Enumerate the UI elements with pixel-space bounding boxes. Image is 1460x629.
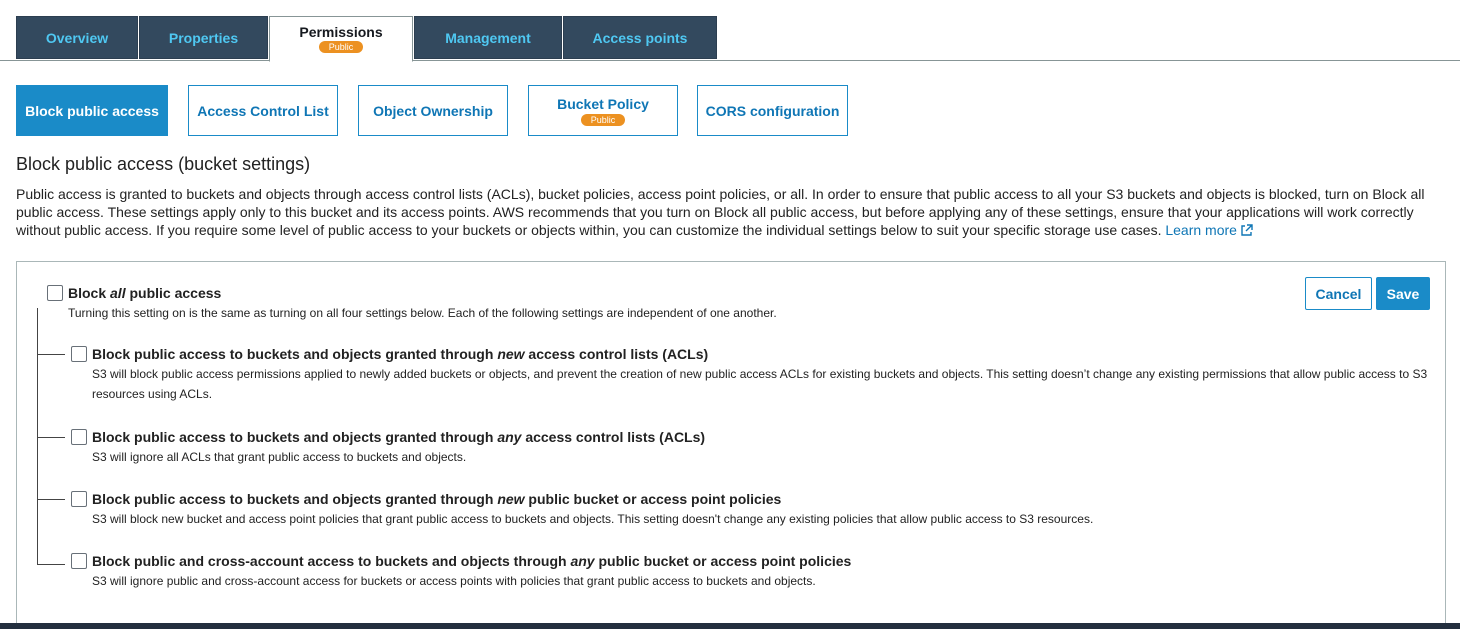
footer-bar [0,623,1460,629]
learn-more-label: Learn more [1165,222,1237,238]
external-link-icon [1241,224,1253,236]
block-all-title: Block all public access [68,285,221,301]
title-emphasis: all [110,285,126,301]
tab-label: Access points [592,29,688,46]
title-text: Block public access to buckets and objec… [92,346,498,362]
tab-label: Permissions [299,24,383,40]
option-title: Block public access to buckets and objec… [92,491,781,507]
title-text: Block [68,285,111,301]
option-description: S3 will block new bucket and access poin… [92,512,1094,526]
subtab-label: Object Ownership [373,102,493,119]
option-description: S3 will ignore all ACLs that grant publi… [92,450,467,464]
option-title: Block public and cross-account access to… [92,553,851,569]
option-title: Block public access to buckets and objec… [92,429,705,445]
tree-connector [37,499,65,500]
block-cross-account-checkbox[interactable] [71,553,87,569]
block-new-acls-checkbox[interactable] [71,346,87,362]
subtab-label: Bucket Policy [557,95,649,112]
tab-management[interactable]: Management [414,16,562,59]
public-badge: Public [318,41,364,53]
title-text: Block public and cross-account access to… [92,553,571,569]
subtab-block-public-access[interactable]: Block public access [16,85,168,136]
option-title: Block public access to buckets and objec… [92,346,708,362]
title-text: access control lists (ACLs) [521,429,706,445]
title-text: public access [125,285,222,301]
tree-connector [37,437,65,438]
title-emphasis: new [497,346,525,362]
subtab-object-ownership[interactable]: Object Ownership [358,85,508,136]
subtab-label: CORS configuration [705,102,840,119]
option-description: S3 will ignore public and cross-account … [92,574,816,588]
tab-label: Management [445,29,531,46]
title-text: public bucket or access point policies [594,553,852,569]
block-new-policies-checkbox[interactable] [71,491,87,507]
block-any-acls-checkbox[interactable] [71,429,87,445]
option-description: S3 will block public access permissions … [92,367,1428,401]
tab-label: Overview [45,29,109,46]
main-tab-bar: Overview Properties Permissions Public M… [0,0,1460,62]
cancel-button[interactable]: Cancel [1305,277,1372,310]
subtab-cors-configuration[interactable]: CORS configuration [697,85,848,136]
save-button[interactable]: Save [1376,277,1430,310]
title-text: Block public access to buckets and objec… [92,429,498,445]
tree-connector [37,354,65,355]
title-emphasis: any [497,429,522,445]
block-all-public-access-checkbox[interactable] [47,285,63,301]
title-text: Block public access to buckets and objec… [92,491,498,507]
tab-overview[interactable]: Overview [16,16,138,59]
section-title: Block public access (bucket settings) [16,154,311,174]
subtab-bucket-policy[interactable]: Bucket Policy Public [528,85,678,136]
section-description: Public access is granted to buckets and … [16,185,1436,239]
title-text: public bucket or access point policies [524,491,782,507]
tab-label: Properties [168,29,239,46]
title-emphasis: any [570,553,595,569]
subtab-label: Block public access [25,102,159,119]
tab-access-points[interactable]: Access points [563,16,717,59]
block-all-description: Turning this setting on is the same as t… [68,306,777,320]
title-text: access control lists (ACLs) [524,346,709,362]
tab-properties[interactable]: Properties [139,16,268,59]
subtab-label: Access Control List [197,102,329,119]
subtab-access-control-list[interactable]: Access Control List [188,85,338,136]
tree-connector [37,564,65,565]
title-emphasis: new [497,491,525,507]
learn-more-link[interactable]: Learn more [1165,222,1253,238]
tab-permissions[interactable]: Permissions Public [269,16,413,62]
public-badge: Public [580,113,626,126]
